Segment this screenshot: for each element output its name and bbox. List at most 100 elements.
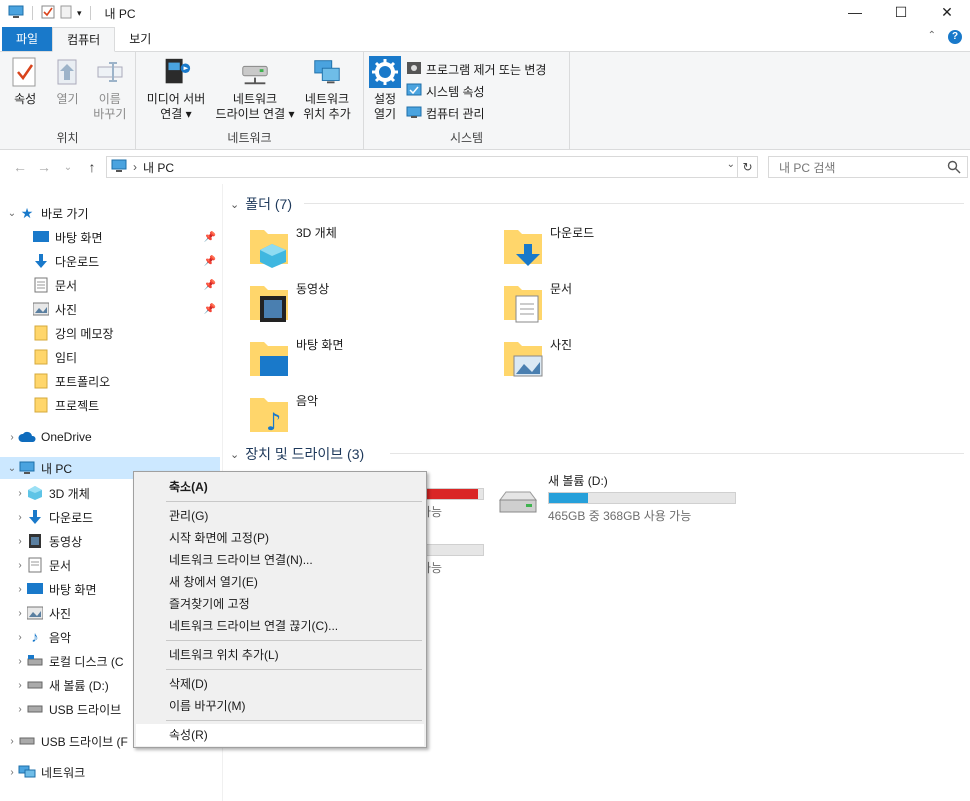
search-icon (947, 160, 961, 177)
search-input[interactable]: 내 PC 검색 (768, 156, 968, 178)
refresh-icon[interactable]: ↻ (737, 157, 757, 177)
expand-chevron-icon[interactable]: › (14, 704, 26, 715)
nav-quick-folder[interactable]: 포트폴리오 (32, 370, 222, 392)
drive-tile-c[interactable]: 가능 (420, 488, 484, 520)
nav-label: 임티 (55, 350, 78, 365)
close-button[interactable]: ✕ (924, 0, 970, 26)
recent-dropdown-icon[interactable]: ⌄ (56, 162, 80, 173)
context-menu-item[interactable]: 속성(R) (136, 724, 424, 746)
drive-free-text: 가능 (420, 561, 443, 575)
nav-label: 새 볼륨 (D:) (49, 678, 109, 693)
usb-drive-icon (26, 701, 44, 717)
context-menu-item[interactable]: 축소(A) (136, 476, 424, 498)
computer-management-button[interactable]: 컴퓨터 관리 (406, 104, 546, 122)
properties-label: 속성 (14, 92, 37, 106)
nav-quick-folder[interactable]: 임티 (32, 346, 222, 368)
folders-section-header[interactable]: ⌄ 폴더 (7) (230, 194, 292, 214)
collapse-chevron-icon[interactable]: ⌄ (230, 448, 239, 461)
collapse-chevron-icon[interactable]: ⌄ (230, 198, 239, 211)
properties-qat-icon[interactable] (41, 5, 55, 22)
back-arrow-icon[interactable]: ← (8, 159, 32, 175)
context-menu-item[interactable]: 삭제(D) (136, 673, 424, 695)
uninstall-program-button[interactable]: 프로그램 제거 또는 변경 (406, 60, 546, 78)
pin-icon: 📌 (203, 231, 216, 243)
expand-chevron-icon[interactable]: › (14, 632, 26, 643)
tab-file[interactable]: 파일 (2, 27, 53, 51)
nav-quick-folder[interactable]: 강의 메모장 (32, 322, 222, 344)
menu-separator (166, 640, 422, 641)
drive-tile-d[interactable]: 새 볼륨 (D:) 465GB 중 368GB 사용 가능 (496, 472, 736, 524)
context-menu-item[interactable]: 즐겨찾기에 고정 (136, 593, 424, 615)
expand-chevron-icon[interactable]: › (14, 656, 26, 667)
nav-quick-downloads[interactable]: 다운로드 📌 (32, 250, 222, 272)
nav-label: USB 드라이브 (F (41, 734, 128, 749)
qat-dropdown-icon[interactable]: ▾ (77, 8, 82, 19)
context-menu-item[interactable]: 이름 바꾸기(M) (136, 695, 424, 717)
documents-folder-icon (502, 280, 546, 324)
context-menu-item[interactable]: 시작 화면에 고정(P) (136, 527, 424, 549)
help-icon[interactable]: ? (948, 30, 962, 44)
nav-network[interactable]: › 네트워크 (6, 761, 226, 783)
folder-tile[interactable]: ♪ 음악 (248, 392, 488, 444)
drive-usage-fill (549, 493, 589, 503)
context-menu-item[interactable]: 네트워크 위치 추가(L) (136, 644, 424, 666)
expand-chevron-icon[interactable]: › (14, 584, 26, 595)
expand-chevron-icon[interactable]: › (14, 608, 26, 619)
folder-tile[interactable]: 문서 (502, 280, 742, 332)
minimize-button[interactable]: — (832, 0, 878, 26)
context-menu-item[interactable]: 새 창에서 열기(E) (136, 571, 424, 593)
add-network-location-label: 네트워크 위치 추가 (303, 92, 351, 121)
expand-chevron-icon[interactable]: › (6, 767, 18, 778)
address-dropdown-icon[interactable]: ⌄ (727, 159, 735, 170)
expand-chevron-icon[interactable]: › (14, 512, 26, 523)
drive-tile-usb[interactable]: 가능 (420, 544, 484, 576)
folder-tile[interactable]: 다운로드 (502, 224, 742, 276)
expand-chevron-icon[interactable]: › (14, 488, 26, 499)
folder-label: 사진 (550, 338, 573, 352)
tab-view[interactable]: 보기 (115, 27, 165, 51)
uninstall-icon (406, 60, 422, 79)
folder-tile[interactable]: 사진 (502, 336, 742, 388)
drive-icon (26, 677, 44, 693)
folder-tile[interactable]: 바탕 화면 (248, 336, 488, 388)
expand-chevron-icon[interactable]: › (14, 680, 26, 691)
collapse-chevron-icon[interactable]: ⌄ (6, 463, 18, 474)
tab-computer[interactable]: 컴퓨터 (52, 27, 116, 52)
breadcrumb-chevron-icon: › (133, 160, 137, 174)
system-properties-button[interactable]: 시스템 속성 (406, 82, 546, 100)
address-field[interactable]: › 내 PC ⌄ ↻ (106, 156, 758, 178)
music-folder-icon: ♪ (248, 392, 292, 436)
section-divider (304, 203, 964, 204)
pc-icon (18, 460, 36, 476)
ribbon-group-network: 미디어 서버 연결 ▾ 네트워크 드라이브 연결 ▾ 네트워크 위치 추가 네트… (136, 52, 364, 150)
breadcrumb-this-pc[interactable]: 내 PC (143, 159, 174, 176)
expand-chevron-icon[interactable]: › (6, 432, 18, 443)
nav-onedrive[interactable]: › OneDrive (6, 426, 226, 448)
folder-tile[interactable]: 3D 개체 (248, 224, 488, 276)
context-menu-item[interactable]: 네트워크 드라이브 연결(N)... (136, 549, 424, 571)
nav-quick-folder[interactable]: 프로젝트 (32, 394, 222, 416)
downloads-folder-icon (502, 224, 546, 268)
drives-section-header[interactable]: ⌄ 장치 및 드라이브 (3) (230, 444, 364, 464)
nav-quick-documents[interactable]: 문서 📌 (32, 274, 222, 296)
forward-arrow-icon[interactable]: → (32, 159, 56, 175)
expand-chevron-icon[interactable]: ⌄ (6, 208, 18, 219)
expand-ribbon-icon[interactable]: ⌃ (928, 30, 936, 44)
network-location-icon (311, 56, 343, 88)
nav-label: 문서 (49, 558, 72, 573)
group-label-location: 위치 (56, 131, 79, 145)
up-arrow-icon[interactable]: ↑ (80, 159, 104, 175)
context-menu-item[interactable]: 네트워크 드라이브 연결 끊기(C)... (136, 615, 424, 637)
nav-quick-desktop[interactable]: 바탕 화면 📌 (32, 226, 222, 248)
drive-usage-bar (420, 544, 484, 556)
folder-tile[interactable]: 동영상 (248, 280, 488, 332)
expand-chevron-icon[interactable]: › (14, 560, 26, 571)
expand-chevron-icon[interactable]: › (14, 536, 26, 547)
context-menu-item[interactable]: 관리(G) (136, 505, 424, 527)
nav-quick-pictures[interactable]: 사진 📌 (32, 298, 222, 320)
nav-quick-access[interactable]: ⌄ ★ 바로 가기 (6, 202, 226, 224)
new-folder-qat-icon[interactable] (59, 5, 73, 22)
expand-chevron-icon[interactable]: › (6, 736, 18, 747)
maximize-button[interactable]: ☐ (878, 0, 924, 26)
menu-separator (166, 501, 422, 502)
